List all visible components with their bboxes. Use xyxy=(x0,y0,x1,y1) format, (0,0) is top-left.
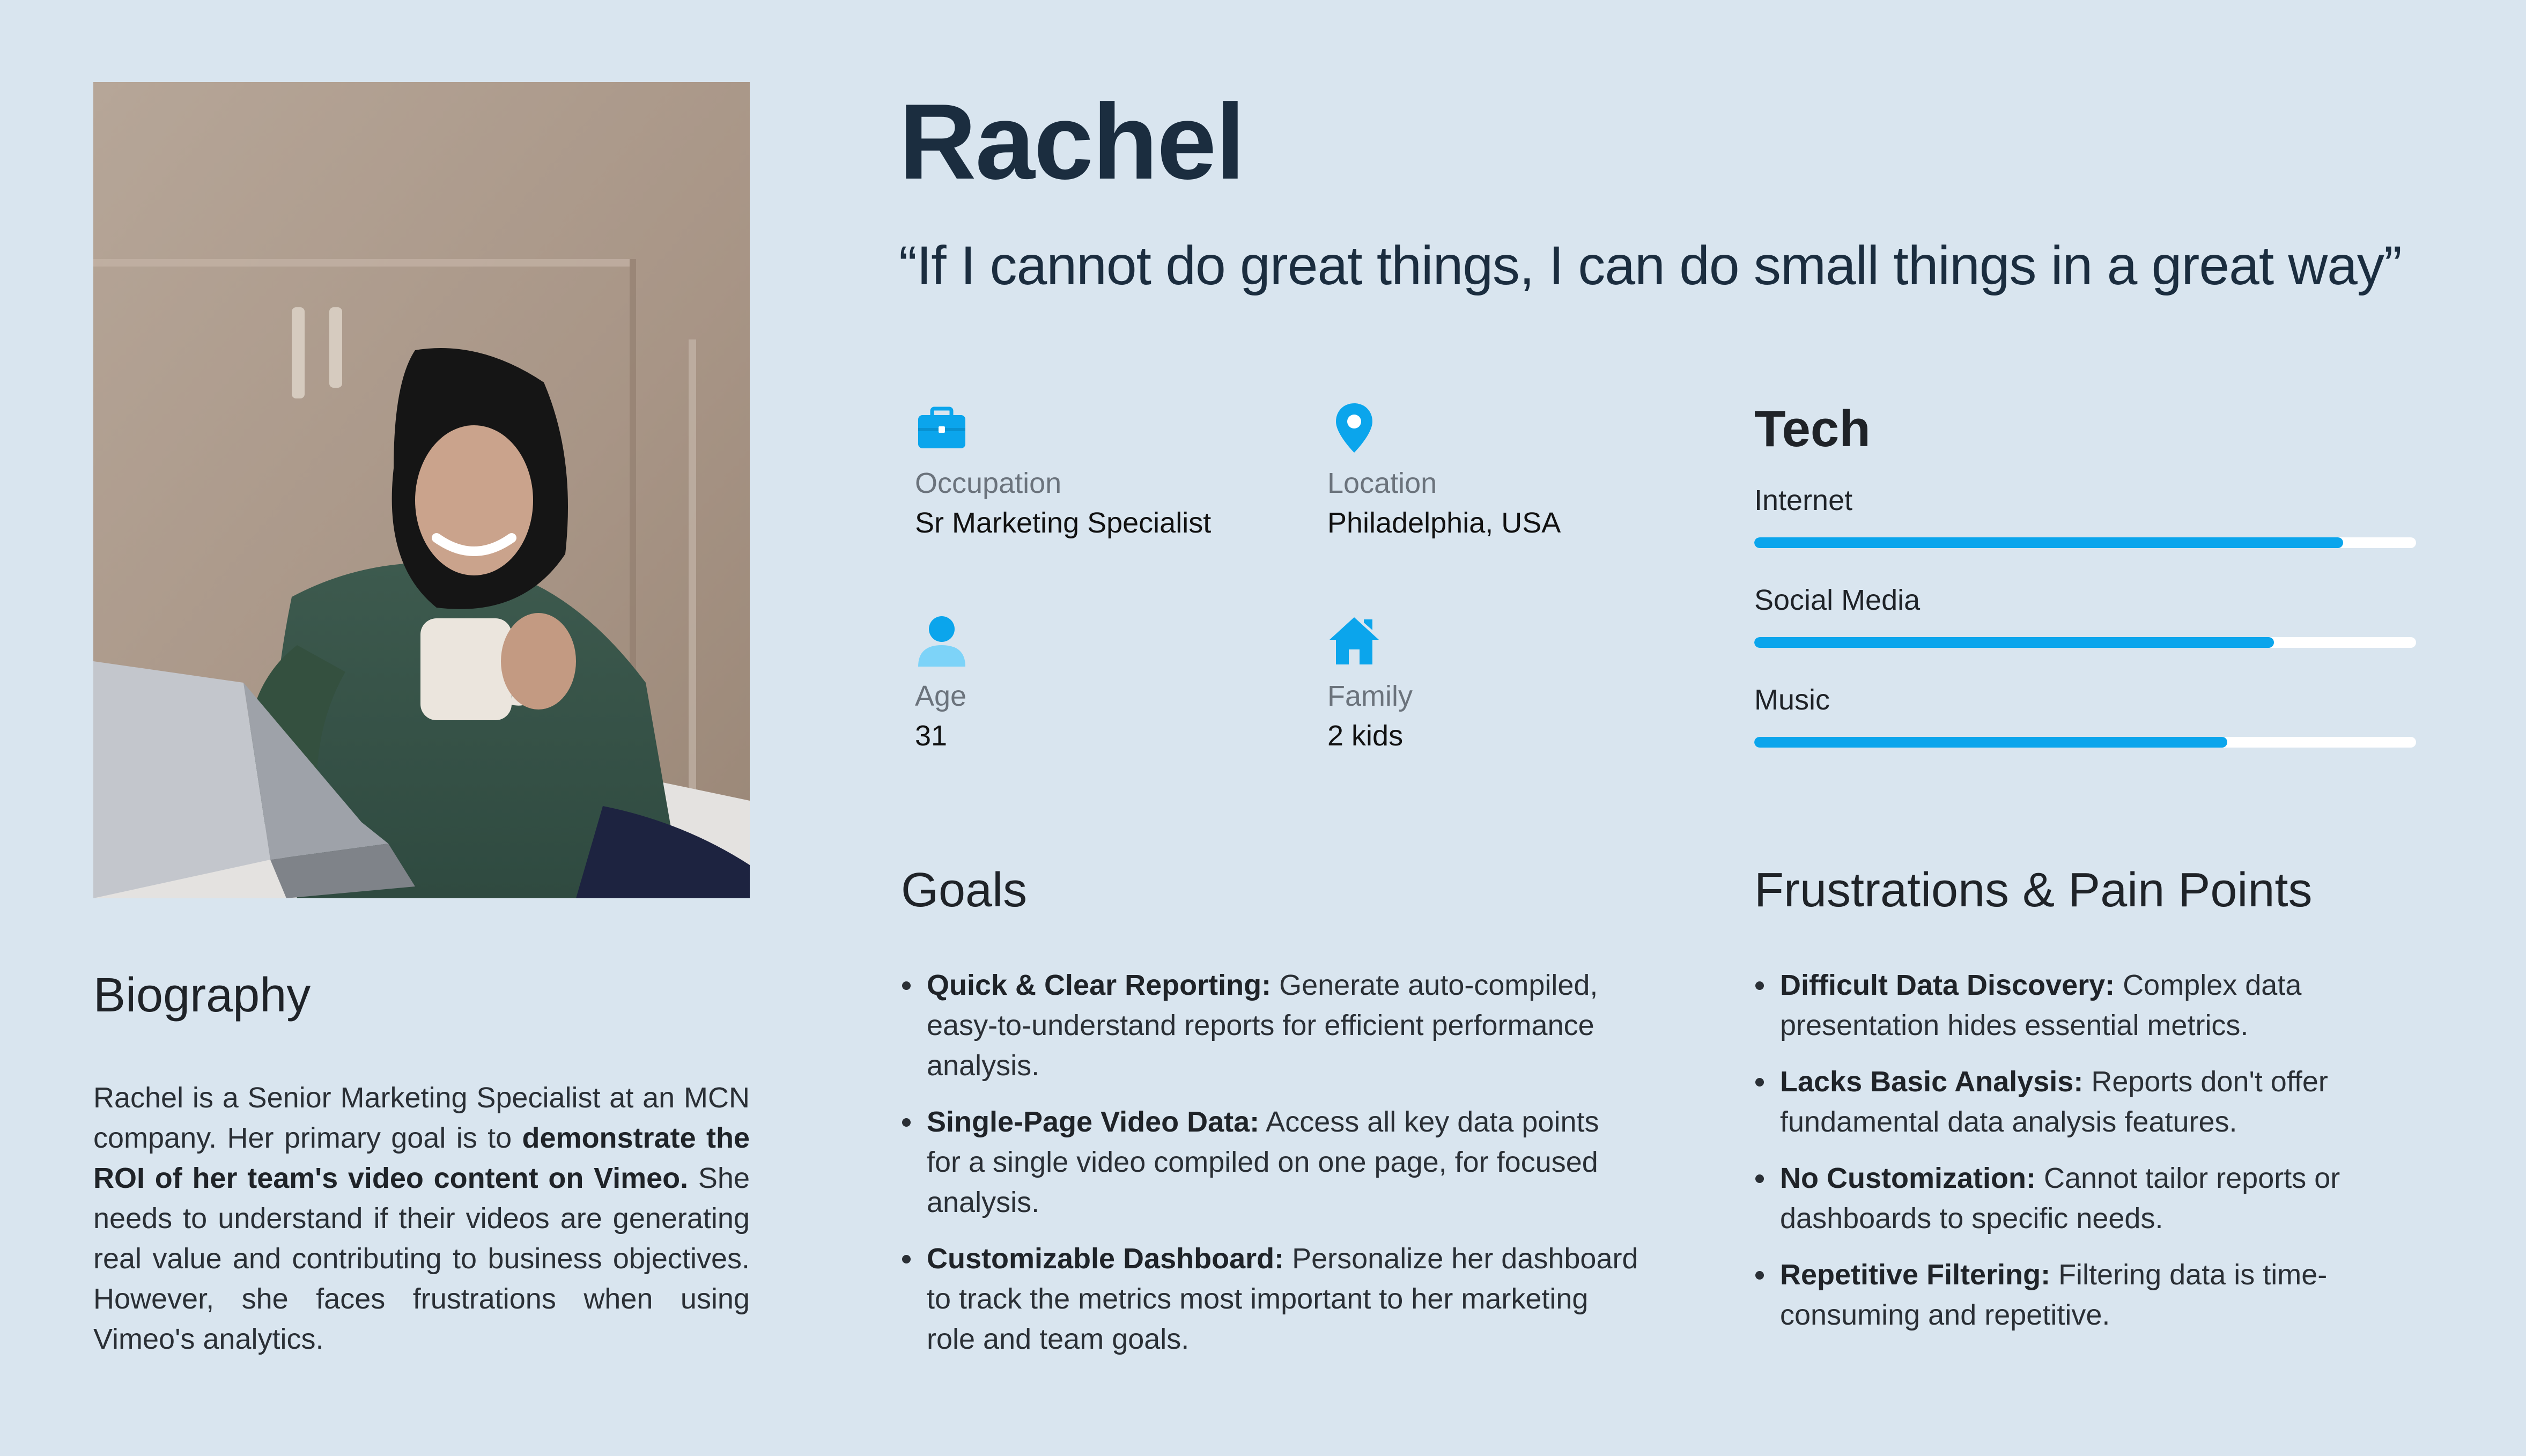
occupation-value: Sr Marketing Specialist xyxy=(915,507,1212,539)
tech-bar-fill xyxy=(1754,637,2274,648)
map-pin-icon xyxy=(1327,401,1381,455)
goal-item-title: Single-Page Video Data: xyxy=(927,1106,1260,1138)
age-value: 31 xyxy=(915,720,948,752)
tech-item-music: Music xyxy=(1754,682,2416,748)
frustration-item-title: Lacks Basic Analysis: xyxy=(1780,1066,2084,1098)
tech-bar-fill xyxy=(1754,537,2344,548)
goals-title: Goals xyxy=(901,863,1028,917)
goal-item: Customizable Dashboard: Personalize her … xyxy=(899,1239,1639,1359)
info-location: Location Philadelphia, USA xyxy=(1327,401,1561,541)
goal-item-title: Quick & Clear Reporting: xyxy=(927,969,1272,1001)
persona-quote: “If I cannot do great things, I can do s… xyxy=(899,235,2402,296)
tech-bar-track xyxy=(1754,537,2416,548)
biography-title: Biography xyxy=(93,969,311,1022)
location-value: Philadelphia, USA xyxy=(1327,507,1561,539)
goal-item-title: Customizable Dashboard: xyxy=(927,1243,1284,1275)
frustrations-list: Difficult Data Discovery: Complex data p… xyxy=(1752,965,2417,1351)
frustration-item-title: Repetitive Filtering: xyxy=(1780,1259,2051,1291)
tech-item-label: Social Media xyxy=(1754,584,1921,616)
tech-title: Tech xyxy=(1754,400,1871,457)
goal-item: Quick & Clear Reporting: Generate auto-c… xyxy=(899,965,1639,1086)
tech-item-internet: Internet xyxy=(1754,483,2416,548)
frustrations-title: Frustrations & Pain Points xyxy=(1754,863,2313,917)
person-icon xyxy=(915,614,969,668)
location-label: Location xyxy=(1327,467,1437,499)
persona-photo xyxy=(93,82,750,898)
frustration-item: No Customization: Cannot tailor reports … xyxy=(1752,1158,2417,1239)
info-occupation: Occupation Sr Marketing Specialist xyxy=(915,401,1211,541)
tech-item-label: Music xyxy=(1754,684,1830,716)
goal-item: Single-Page Video Data: Access all key d… xyxy=(899,1102,1639,1223)
info-age: Age 31 xyxy=(915,614,969,753)
tech-bar-track xyxy=(1754,637,2416,648)
tech-bar-fill xyxy=(1754,737,2228,748)
info-family: Family 2 kids xyxy=(1327,614,1413,753)
family-label: Family xyxy=(1327,680,1413,712)
biography-text: Rachel is a Senior Marketing Specialist … xyxy=(93,1078,750,1359)
tech-item-label: Internet xyxy=(1754,484,1853,516)
home-icon xyxy=(1327,614,1381,668)
frustration-item-title: No Customization: xyxy=(1780,1162,2036,1194)
occupation-label: Occupation xyxy=(915,467,1062,499)
frustration-item: Repetitive Filtering: Filtering data is … xyxy=(1752,1255,2417,1335)
family-value: 2 kids xyxy=(1327,720,1404,752)
briefcase-icon xyxy=(915,401,969,455)
frustration-item-title: Difficult Data Discovery: xyxy=(1780,969,2115,1001)
age-label: Age xyxy=(915,680,967,712)
tech-bar-track xyxy=(1754,737,2416,748)
frustration-item: Lacks Basic Analysis: Reports don't offe… xyxy=(1752,1062,2417,1142)
frustration-item: Difficult Data Discovery: Complex data p… xyxy=(1752,965,2417,1046)
goals-list: Quick & Clear Reporting: Generate auto-c… xyxy=(899,965,1639,1376)
persona-name: Rachel xyxy=(899,82,1245,202)
tech-item-social-media: Social Media xyxy=(1754,582,2416,648)
